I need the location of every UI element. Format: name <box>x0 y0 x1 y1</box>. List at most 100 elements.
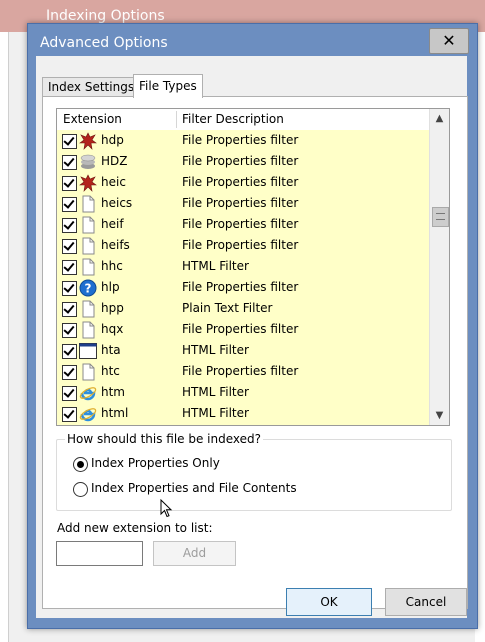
blank-file-icon <box>79 363 97 381</box>
row-checkbox[interactable] <box>62 281 77 296</box>
row-checkbox[interactable] <box>62 155 77 170</box>
table-row[interactable]: hhc HTML Filter <box>57 256 429 277</box>
add-extension-label: Add new extension to list: <box>57 521 213 535</box>
row-extension: hqx <box>101 322 124 336</box>
red-splat-icon <box>79 174 97 192</box>
row-checkbox[interactable] <box>62 134 77 149</box>
tab-file-types-label: File Types <box>139 79 197 93</box>
row-filter-description: File Properties filter <box>182 154 299 168</box>
add-button[interactable]: Add <box>153 541 236 566</box>
close-icon: ✕ <box>442 31 456 50</box>
table-row[interactable]: hpp Plain Text Filter <box>57 298 429 319</box>
ie-icon <box>79 384 97 402</box>
row-checkbox[interactable] <box>62 197 77 212</box>
indexing-options-title: Indexing Options <box>46 8 165 24</box>
row-extension: htc <box>101 364 120 378</box>
row-extension: htm <box>101 385 125 399</box>
row-extension: HDZ <box>101 154 128 168</box>
dialog-title: Advanced Options <box>40 35 168 51</box>
scroll-up-arrow-icon[interactable]: ▲ <box>430 109 449 128</box>
header-filter-description[interactable]: Filter Description <box>176 109 284 130</box>
table-row[interactable]: htm HTML Filter <box>57 382 429 403</box>
row-extension: hhc <box>101 259 123 273</box>
row-extension: heics <box>101 196 133 210</box>
row-extension: html <box>101 406 129 420</box>
blank-file-icon <box>79 216 97 234</box>
row-filter-description: Plain Text Filter <box>182 301 273 315</box>
row-filter-description: File Properties filter <box>182 133 299 147</box>
close-button[interactable]: ✕ <box>429 28 469 54</box>
blank-file-icon <box>79 195 97 213</box>
row-checkbox[interactable] <box>62 239 77 254</box>
row-filter-description: HTML Filter <box>182 385 249 399</box>
header-extension[interactable]: Extension <box>57 109 122 130</box>
red-splat-icon <box>79 132 97 150</box>
table-row[interactable]: hdp File Properties filter <box>57 130 429 151</box>
row-checkbox[interactable] <box>62 365 77 380</box>
table-row[interactable]: HDZ File Properties filter <box>57 151 429 172</box>
row-filter-description: File Properties filter <box>182 217 299 231</box>
dialog-body: Index Settings File Types Extension Filt… <box>36 56 468 618</box>
radio-properties-and-contents-label[interactable]: Index Properties and File Contents <box>91 481 297 495</box>
row-checkbox[interactable] <box>62 407 77 422</box>
row-checkbox[interactable] <box>62 344 77 359</box>
row-filter-description: HTML Filter <box>182 259 249 273</box>
help-icon: ? <box>79 279 97 297</box>
table-row[interactable]: html HTML Filter <box>57 403 429 424</box>
scroll-thumb[interactable] <box>432 207 449 227</box>
tab-index-settings[interactable]: Index Settings <box>42 77 141 97</box>
row-extension: heifs <box>101 238 130 252</box>
row-extension: heif <box>101 217 124 231</box>
index-method-group: How should this file be indexed? Index P… <box>56 432 452 511</box>
row-filter-description: File Properties filter <box>182 238 299 252</box>
ok-button[interactable]: OK <box>286 588 372 616</box>
list-header: Extension Filter Description <box>57 109 429 131</box>
row-filter-description: File Properties filter <box>182 175 299 189</box>
radio-properties-only-label[interactable]: Index Properties Only <box>91 456 220 470</box>
row-checkbox[interactable] <box>62 218 77 233</box>
list-rows: hdp File Properties filter HDZ File Propert… <box>57 130 429 425</box>
background-window-edge <box>0 32 9 642</box>
file-types-panel: Extension Filter Description hdp File Pro… <box>42 96 468 609</box>
add-extension-input[interactable] <box>56 541 143 566</box>
window-icon <box>79 342 97 360</box>
file-type-list[interactable]: Extension Filter Description hdp File Pro… <box>56 108 450 426</box>
row-extension: hdp <box>101 133 124 147</box>
tab-file-types[interactable]: File Types <box>133 74 203 98</box>
blank-file-icon <box>79 321 97 339</box>
row-checkbox[interactable] <box>62 176 77 191</box>
table-row[interactable]: heic File Properties filter <box>57 172 429 193</box>
blank-file-icon <box>79 258 97 276</box>
row-extension: hlp <box>101 280 120 294</box>
radio-properties-only[interactable] <box>73 457 88 472</box>
advanced-options-dialog: Advanced Options ✕ Index Settings File T… <box>27 23 478 629</box>
vertical-scrollbar[interactable]: ▲ ▼ <box>429 109 449 425</box>
blank-file-icon <box>79 237 97 255</box>
radio-properties-and-contents[interactable] <box>73 482 88 497</box>
row-extension: hta <box>101 343 121 357</box>
row-checkbox[interactable] <box>62 260 77 275</box>
row-filter-description: HTML Filter <box>182 343 249 357</box>
scroll-down-arrow-icon[interactable]: ▼ <box>430 406 449 425</box>
row-checkbox[interactable] <box>62 323 77 338</box>
table-row[interactable]: htc File Properties filter <box>57 361 429 382</box>
table-row[interactable]: heics File Properties filter <box>57 193 429 214</box>
row-extension: heic <box>101 175 126 189</box>
row-extension: hpp <box>101 301 124 315</box>
row-checkbox[interactable] <box>62 302 77 317</box>
row-checkbox[interactable] <box>62 386 77 401</box>
ie-icon <box>79 405 97 423</box>
table-row[interactable]: ? hlp File Properties filter <box>57 277 429 298</box>
table-row[interactable]: hta HTML Filter <box>57 340 429 361</box>
table-row[interactable]: heif File Properties filter <box>57 214 429 235</box>
row-filter-description: File Properties filter <box>182 196 299 210</box>
row-filter-description: File Properties filter <box>182 364 299 378</box>
table-row[interactable]: heifs File Properties filter <box>57 235 429 256</box>
row-filter-description: File Properties filter <box>182 280 299 294</box>
index-method-label: How should this file be indexed? <box>65 432 264 446</box>
blank-file-icon <box>79 300 97 318</box>
tab-index-settings-label: Index Settings <box>48 80 135 94</box>
cancel-button[interactable]: Cancel <box>385 588 467 616</box>
svg-text:?: ? <box>85 282 92 296</box>
table-row[interactable]: hqx File Properties filter <box>57 319 429 340</box>
